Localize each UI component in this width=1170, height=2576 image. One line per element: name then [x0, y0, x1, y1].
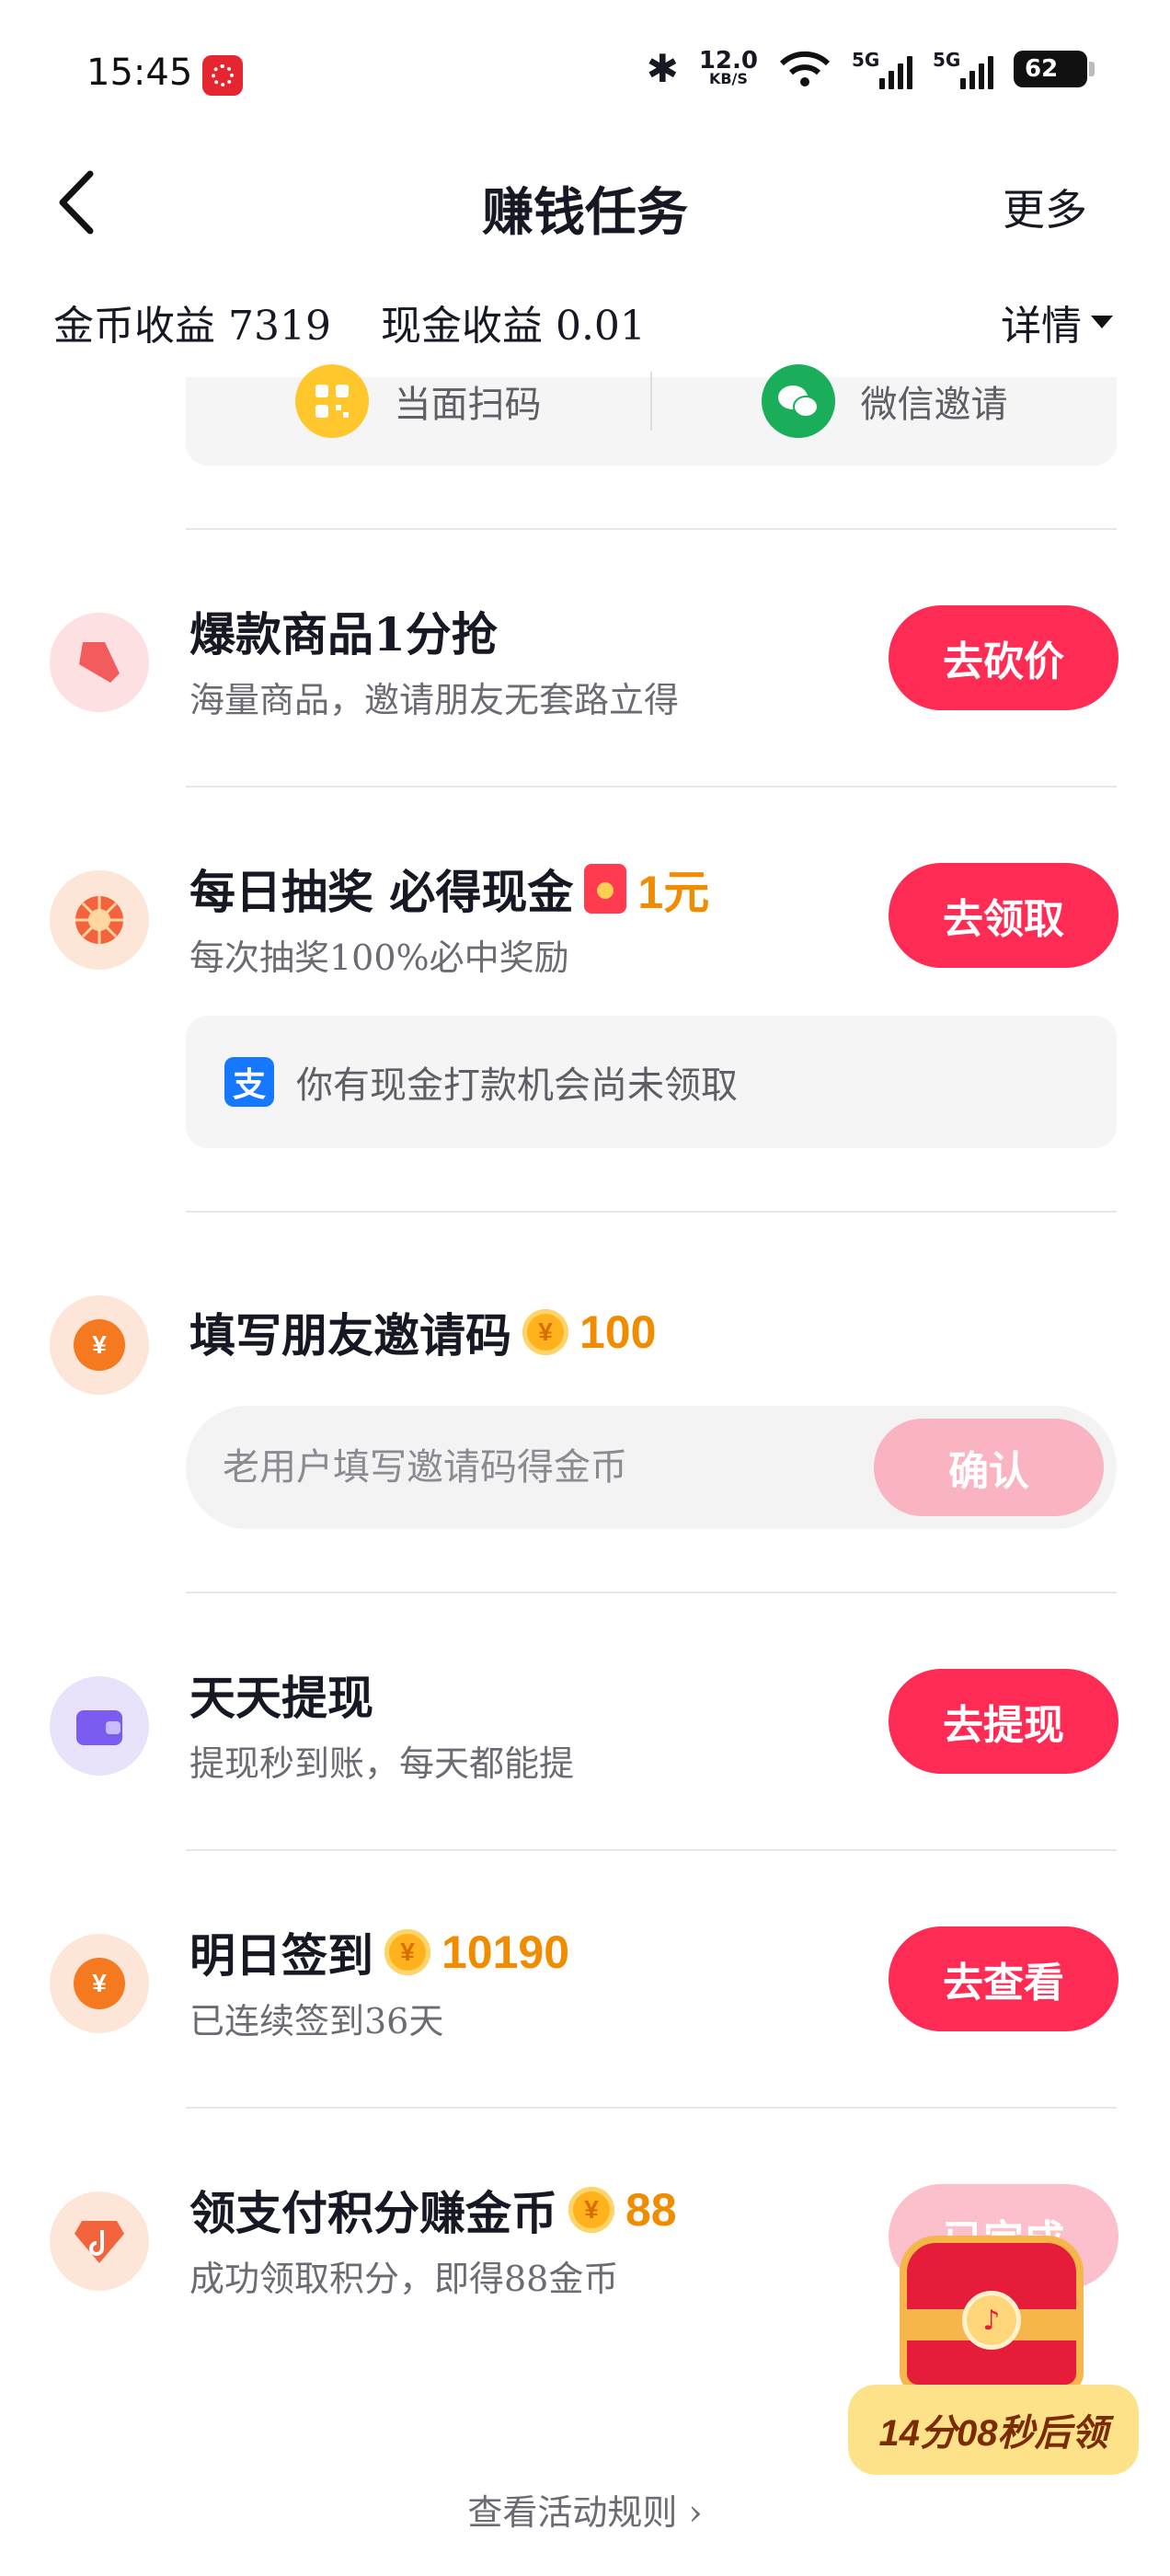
divider [186, 1592, 1117, 1593]
chest-timer: 14分08秒后领 [848, 2385, 1139, 2475]
signal-icon: 5G [933, 49, 993, 89]
task-title: 每日抽奖 必得现金 1元 [189, 856, 709, 922]
signal-label: 5G [933, 48, 961, 71]
withdraw-button[interactable]: 去提现 [889, 1669, 1118, 1774]
qr-code-icon [294, 364, 369, 438]
diamond-music-icon [50, 2191, 149, 2291]
task-subtitle: 已连续签到36天 [189, 2001, 444, 2041]
coin-icon: ¥ [384, 1929, 430, 1975]
task-title-text: 明日签到 [189, 1928, 373, 1983]
divider [186, 1211, 1117, 1213]
divider [186, 1849, 1117, 1851]
task-subtitle: 提现秒到账，每天都能提 [189, 1743, 575, 1784]
task-subtitle: 每次抽奖100%必中奖励 [189, 937, 569, 978]
battery-level: 62 [1025, 54, 1059, 83]
task-subtitle: 海量商品，邀请朋友无套路立得 [189, 680, 680, 720]
wifi-icon [779, 51, 831, 86]
scan-invite-button[interactable]: 当面扫码 [186, 364, 650, 438]
detail-dropdown[interactable]: 详情 [1001, 293, 1113, 351]
task-title-text: 爆款商品1分抢 [189, 607, 498, 661]
divider [186, 528, 1117, 530]
alipay-icon: 支 [224, 1057, 274, 1107]
task-title: 明日签到 ¥ 10190 [189, 1919, 569, 1985]
task-title: 填写朋友邀请码 ¥ 100 [189, 1299, 656, 1365]
task-title-text: 填写朋友邀请码 [189, 1308, 511, 1363]
task-title: 爆款商品1分抢 [189, 598, 498, 664]
task-subtitle: 成功领取积分，即得88金币 [189, 2259, 619, 2299]
coin-income: 金币收益 7319 [53, 303, 331, 350]
nav-bar: 赚钱任务 更多 [0, 147, 1170, 258]
price-tag-icon [50, 613, 149, 712]
cash-income: 现金收益 0.01 [380, 303, 646, 350]
task-title-text: 每日抽奖 必得现金 [189, 865, 574, 919]
page-title: 赚钱任务 [482, 182, 688, 243]
reward-amount: 1元 [637, 867, 710, 918]
notice-text: 你有现金打款机会尚未领取 [296, 1064, 738, 1107]
yuan-coin-symbol: ¥ [74, 1319, 125, 1371]
rules-link-text: 查看活动规则 [467, 2492, 678, 2533]
earnings-summary: 金币收益 7319 现金收益 0.01 [53, 293, 646, 351]
signal-label: 5G [852, 48, 880, 71]
wechat-invite-button[interactable]: 微信邀请 [652, 364, 1117, 438]
detail-label: 详情 [1001, 303, 1082, 350]
battery-icon: 62 [1014, 50, 1095, 87]
rules-link[interactable]: 查看活动规则 › [0, 2484, 1170, 2535]
red-packet-icon [584, 864, 627, 914]
bluetooth-icon: ✱ [646, 46, 679, 91]
task-title: 天天提现 [189, 1662, 373, 1728]
invite-options: 当面扫码 微信邀请 [186, 364, 1117, 466]
task-title: 领支付积分赚金币 ¥ 88 [189, 2177, 677, 2243]
yuan-coin-icon: ¥ [50, 1295, 149, 1395]
chevron-right-icon: › [688, 2492, 703, 2533]
wallet-icon [50, 1676, 149, 1776]
wechat-icon [761, 364, 835, 438]
divider [186, 2107, 1117, 2109]
reward-amount: 100 [579, 1306, 657, 1358]
tiktok-icon: ♪ [962, 2291, 1021, 2350]
divider [186, 786, 1117, 788]
view-button[interactable]: 去查看 [889, 1926, 1118, 2031]
claim-button[interactable]: 去领取 [889, 863, 1118, 968]
caret-down-icon [1091, 316, 1113, 328]
status-time: 15:45 [86, 52, 193, 94]
yuan-coin-icon: ¥ [50, 1934, 149, 2033]
status-bar: 15:45 ✱ 12.0 KB/S 5G 5G 62 [0, 0, 1170, 147]
task-title-text: 领支付积分赚金币 [189, 2186, 557, 2240]
invite-code-input[interactable] [223, 1433, 848, 1501]
invite-code-field: 确认 [186, 1406, 1117, 1529]
coin-icon: ¥ [522, 1309, 568, 1355]
lottery-wheel-icon [50, 870, 149, 970]
confirm-button[interactable]: 确认 [874, 1419, 1104, 1516]
treasure-chest-widget[interactable]: ♪ 14分08秒后领 [846, 2226, 1141, 2484]
network-speed: 12.0 KB/S [699, 49, 758, 87]
reward-amount: 88 [625, 2184, 677, 2236]
app-notification-icon [202, 55, 243, 96]
reward-amount: 10190 [442, 1926, 570, 1978]
yuan-coin-symbol: ¥ [74, 1958, 125, 2009]
task-title-text: 天天提现 [189, 1671, 373, 1725]
cash-payout-notice[interactable]: 支 你有现金打款机会尚未领取 [186, 1016, 1117, 1148]
signal-icon: 5G [852, 49, 912, 89]
scan-invite-label: 当面扫码 [394, 384, 542, 426]
status-indicators: ✱ 12.0 KB/S 5G 5G 62 [646, 46, 1095, 91]
bargain-button[interactable]: 去砍价 [889, 605, 1118, 710]
wechat-invite-label: 微信邀请 [860, 384, 1008, 426]
coin-icon: ¥ [568, 2187, 614, 2233]
more-button[interactable]: 更多 [1003, 177, 1087, 237]
